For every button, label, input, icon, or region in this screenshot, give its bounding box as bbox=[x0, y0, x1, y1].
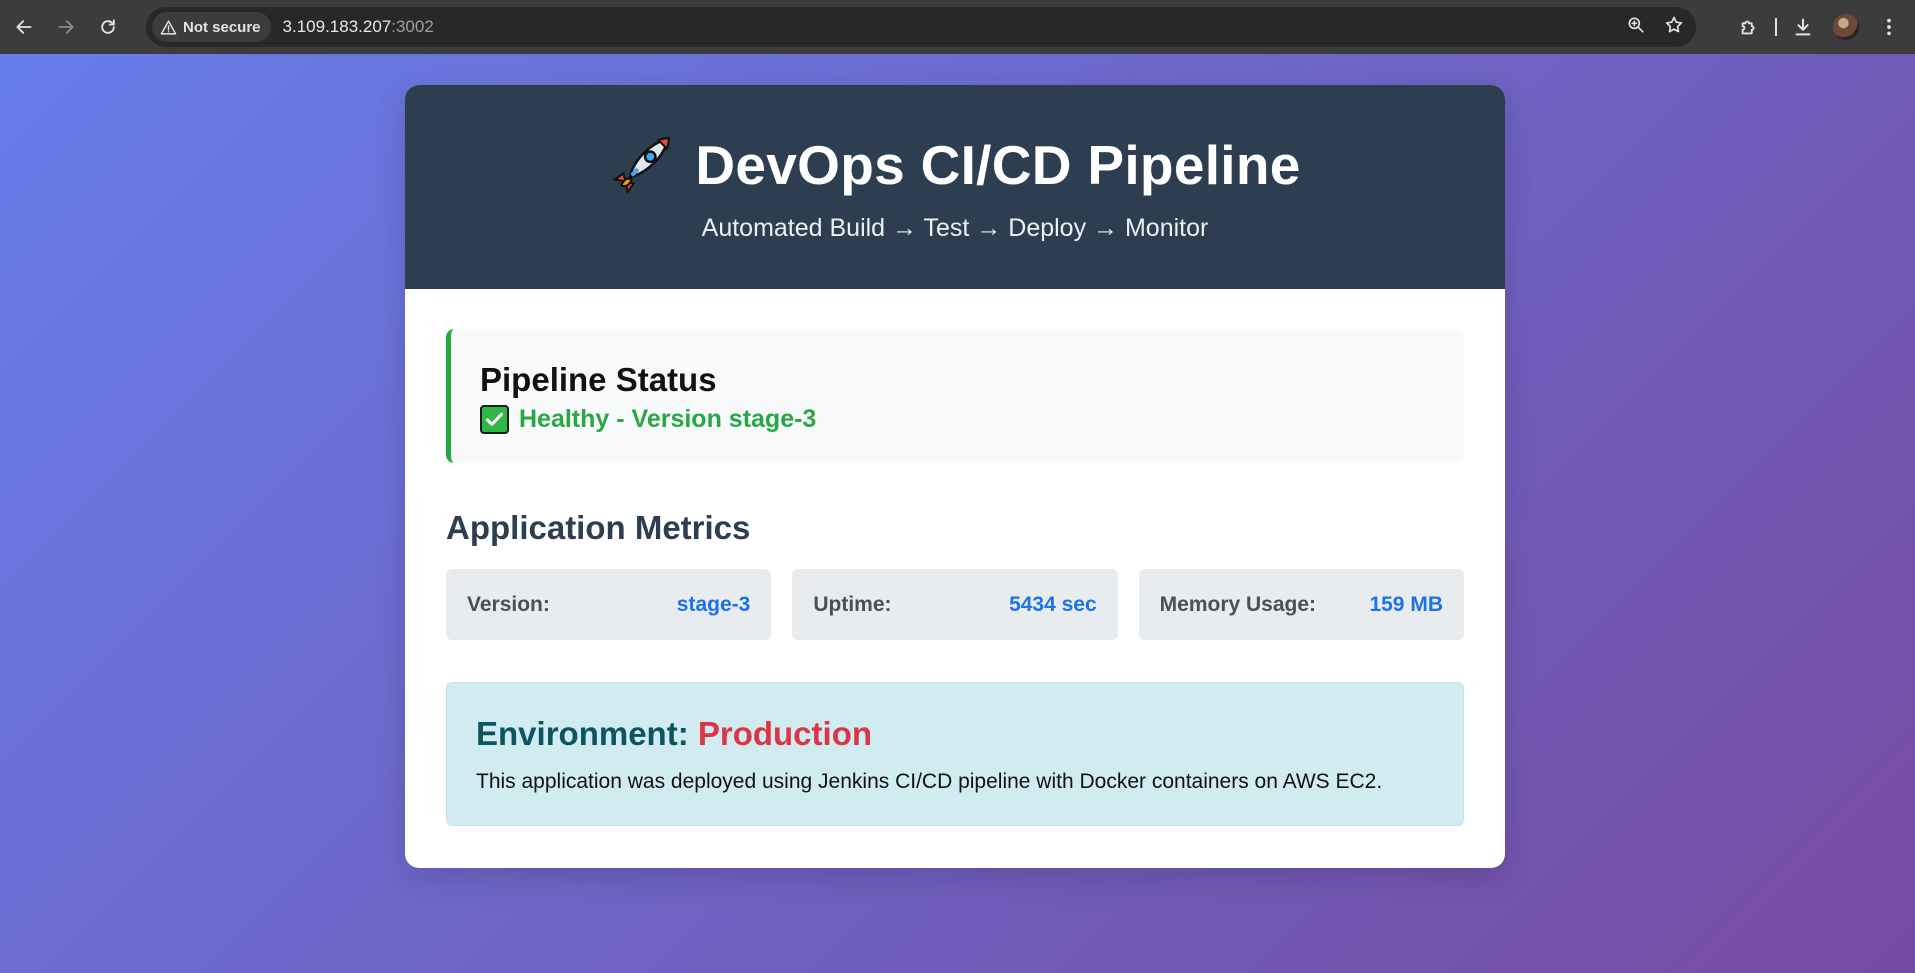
status-line: Healthy - Version stage-3 bbox=[480, 405, 1464, 434]
zoom-in-icon bbox=[1628, 17, 1644, 32]
metric-uptime: Uptime: 5434 sec bbox=[792, 569, 1118, 640]
metric-value: stage-3 bbox=[676, 592, 751, 616]
arrow-left-icon bbox=[16, 20, 32, 34]
reload-button[interactable] bbox=[88, 7, 128, 47]
app-card: DevOps CI/CD Pipeline Automated Build → … bbox=[405, 85, 1505, 868]
browser-toolbar: Not secure 3.109.183.207:3002 bbox=[0, 0, 1915, 54]
security-label: Not secure bbox=[183, 18, 261, 36]
page-subtitle: Automated Build → Test → Deploy → Monito… bbox=[701, 214, 1209, 242]
arrow-right-icon bbox=[58, 20, 74, 34]
address-bar[interactable]: Not secure 3.109.183.207:3002 bbox=[146, 7, 1696, 47]
page-header: DevOps CI/CD Pipeline Automated Build → … bbox=[405, 85, 1505, 289]
metrics-heading: Application Metrics bbox=[446, 509, 751, 546]
rocket-icon bbox=[613, 136, 671, 195]
star-icon bbox=[1665, 16, 1683, 32]
security-indicator[interactable]: Not secure bbox=[152, 12, 271, 42]
metric-version: Version: stage-3 bbox=[446, 569, 772, 640]
zoom-button[interactable] bbox=[1626, 15, 1646, 40]
metric-value: 5434 sec bbox=[1009, 592, 1097, 616]
status-text: Healthy - Version stage-3 bbox=[519, 405, 817, 433]
url-text[interactable]: 3.109.183.207:3002 bbox=[283, 17, 434, 37]
status-title: Pipeline Status bbox=[480, 361, 717, 398]
url-port: :3002 bbox=[391, 17, 434, 36]
metric-label: Version: bbox=[467, 592, 550, 616]
url-host: 3.109.183.207 bbox=[282, 17, 392, 36]
check-mark-icon bbox=[480, 405, 509, 434]
environment-value: Production bbox=[697, 715, 873, 752]
environment-heading: Environment: Production bbox=[476, 715, 1434, 753]
warning-triangle-icon bbox=[160, 19, 177, 35]
download-icon bbox=[1795, 18, 1811, 36]
page-title: DevOps CI/CD Pipeline bbox=[695, 134, 1301, 196]
metric-label: Memory Usage: bbox=[1159, 592, 1317, 616]
environment-panel: Environment: Production This application… bbox=[446, 682, 1464, 826]
metrics-row: Version: stage-3 Uptime: 5434 sec Memory… bbox=[446, 569, 1464, 640]
environment-label: Environment: bbox=[476, 715, 689, 752]
extensions-button[interactable] bbox=[1729, 7, 1769, 47]
pipeline-status-panel: Pipeline Status Healthy - Version stage-… bbox=[446, 329, 1464, 463]
bookmark-button[interactable] bbox=[1664, 15, 1684, 40]
more-vertical-icon bbox=[1887, 18, 1891, 36]
menu-button[interactable] bbox=[1869, 7, 1909, 47]
environment-description: This application was deployed using Jenk… bbox=[476, 770, 1383, 793]
metric-label: Uptime: bbox=[813, 592, 892, 616]
downloads-button[interactable] bbox=[1783, 7, 1823, 47]
metric-memory-usage: Memory Usage: 159 MB bbox=[1138, 569, 1464, 640]
reload-icon bbox=[101, 19, 115, 34]
back-button[interactable] bbox=[4, 7, 44, 47]
toolbar-divider bbox=[1775, 18, 1777, 36]
metric-value: 159 MB bbox=[1369, 592, 1443, 616]
forward-button[interactable] bbox=[46, 7, 86, 47]
profile-avatar[interactable] bbox=[1833, 14, 1859, 40]
puzzle-icon bbox=[1741, 20, 1755, 35]
